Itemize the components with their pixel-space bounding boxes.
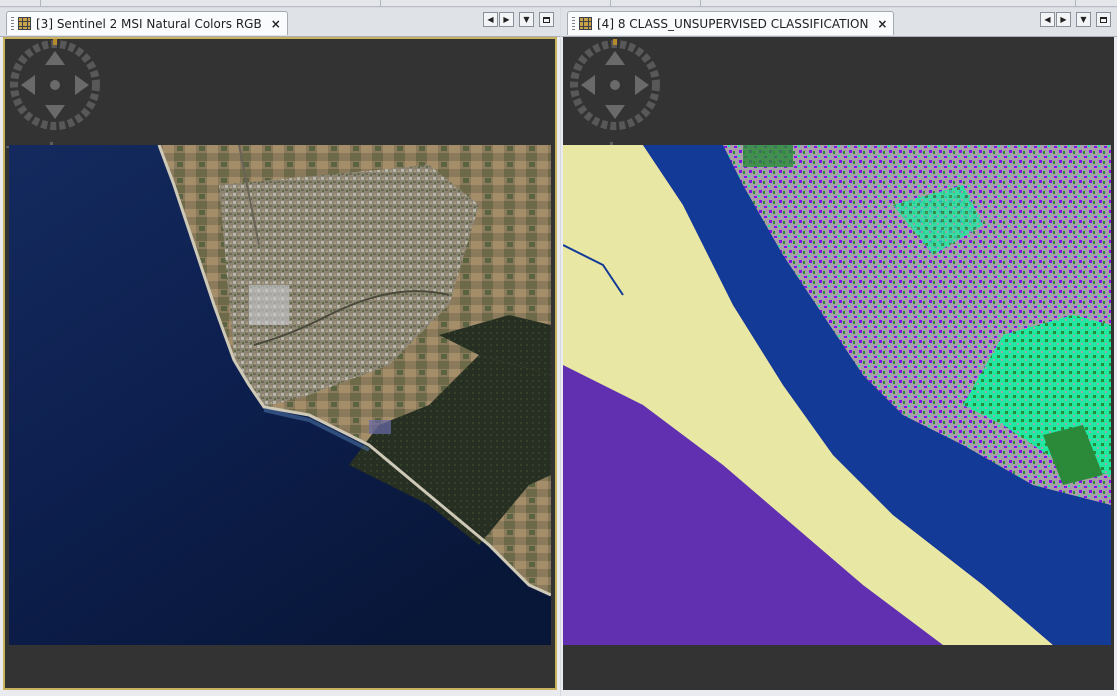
pan-navigation-control[interactable] bbox=[569, 39, 661, 131]
drag-grip-icon[interactable] bbox=[11, 16, 14, 31]
pan-left-arrow-icon bbox=[21, 75, 35, 95]
pan-down-arrow-icon bbox=[605, 105, 625, 119]
classification-map bbox=[563, 145, 1111, 645]
close-tab-button[interactable]: × bbox=[271, 17, 281, 31]
toolbar-separator bbox=[380, 0, 381, 6]
image-view-icon bbox=[579, 17, 592, 30]
pan-up-arrow-icon bbox=[605, 51, 625, 65]
maximize-icon bbox=[1100, 16, 1107, 23]
top-toolbar-strip bbox=[0, 0, 1117, 7]
tab-label: [4] 8 CLASS_UNSUPERVISED CLASSIFICATION bbox=[597, 16, 869, 31]
image-viewport[interactable] bbox=[3, 37, 557, 690]
tab-label: [3] Sentinel 2 MSI Natural Colors RGB bbox=[36, 16, 262, 31]
pan-right-arrow-icon bbox=[635, 75, 649, 95]
tab-controls: ◀ ▶ ▼ bbox=[1039, 12, 1111, 27]
image-view-icon bbox=[18, 17, 31, 30]
toolbar-separator bbox=[700, 0, 701, 6]
previous-tab-button[interactable]: ◀ bbox=[483, 12, 498, 27]
image-view-pane-classification: [4] 8 CLASS_UNSUPERVISED CLASSIFICATION … bbox=[561, 8, 1117, 696]
maximize-window-button[interactable] bbox=[1096, 12, 1111, 27]
tab-sentinel-rgb[interactable]: [3] Sentinel 2 MSI Natural Colors RGB × bbox=[6, 11, 288, 35]
pan-down-arrow-icon bbox=[45, 105, 65, 119]
tab-bar: [4] 8 CLASS_UNSUPERVISED CLASSIFICATION … bbox=[561, 8, 1117, 37]
close-tab-button[interactable]: × bbox=[877, 17, 887, 31]
toolbar-separator bbox=[1075, 0, 1076, 6]
tab-classification[interactable]: [4] 8 CLASS_UNSUPERVISED CLASSIFICATION … bbox=[567, 11, 895, 35]
next-tab-button[interactable]: ▶ bbox=[499, 12, 514, 27]
pan-navigation-control[interactable] bbox=[9, 39, 101, 131]
image-viewport[interactable] bbox=[563, 37, 1114, 690]
toolbar-separator bbox=[610, 0, 611, 6]
pan-left-arrow-icon bbox=[581, 75, 595, 95]
tab-list-dropdown-button[interactable]: ▼ bbox=[519, 12, 534, 27]
maximize-icon bbox=[543, 16, 550, 23]
maximize-window-button[interactable] bbox=[539, 12, 554, 27]
satellite-image-rgb bbox=[9, 145, 551, 645]
pan-right-arrow-icon bbox=[75, 75, 89, 95]
tab-controls: ◀ ▶ ▼ bbox=[482, 12, 554, 27]
pan-up-arrow-icon bbox=[45, 51, 65, 65]
tab-list-dropdown-button[interactable]: ▼ bbox=[1076, 12, 1091, 27]
toolbar-separator bbox=[40, 0, 41, 6]
next-tab-button[interactable]: ▶ bbox=[1056, 12, 1071, 27]
previous-tab-button[interactable]: ◀ bbox=[1040, 12, 1055, 27]
tab-bar: [3] Sentinel 2 MSI Natural Colors RGB × … bbox=[0, 8, 560, 37]
pan-center-icon bbox=[610, 80, 620, 90]
drag-grip-icon[interactable] bbox=[572, 16, 575, 31]
pan-center-icon bbox=[50, 80, 60, 90]
image-view-pane-rgb: [3] Sentinel 2 MSI Natural Colors RGB × … bbox=[0, 8, 560, 696]
